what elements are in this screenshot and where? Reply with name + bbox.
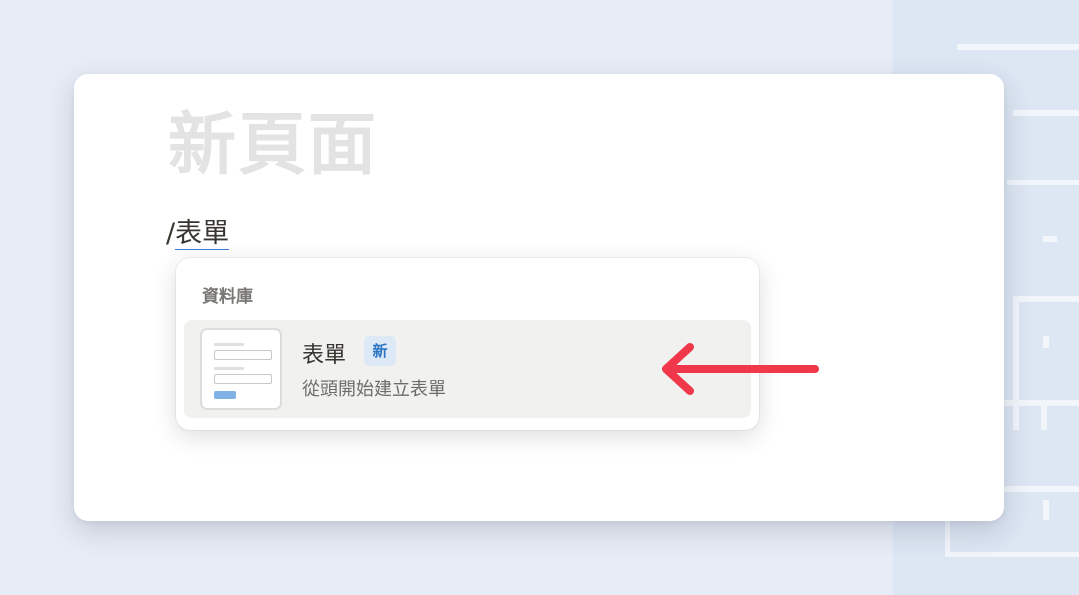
left-arrow-icon bbox=[662, 343, 819, 395]
